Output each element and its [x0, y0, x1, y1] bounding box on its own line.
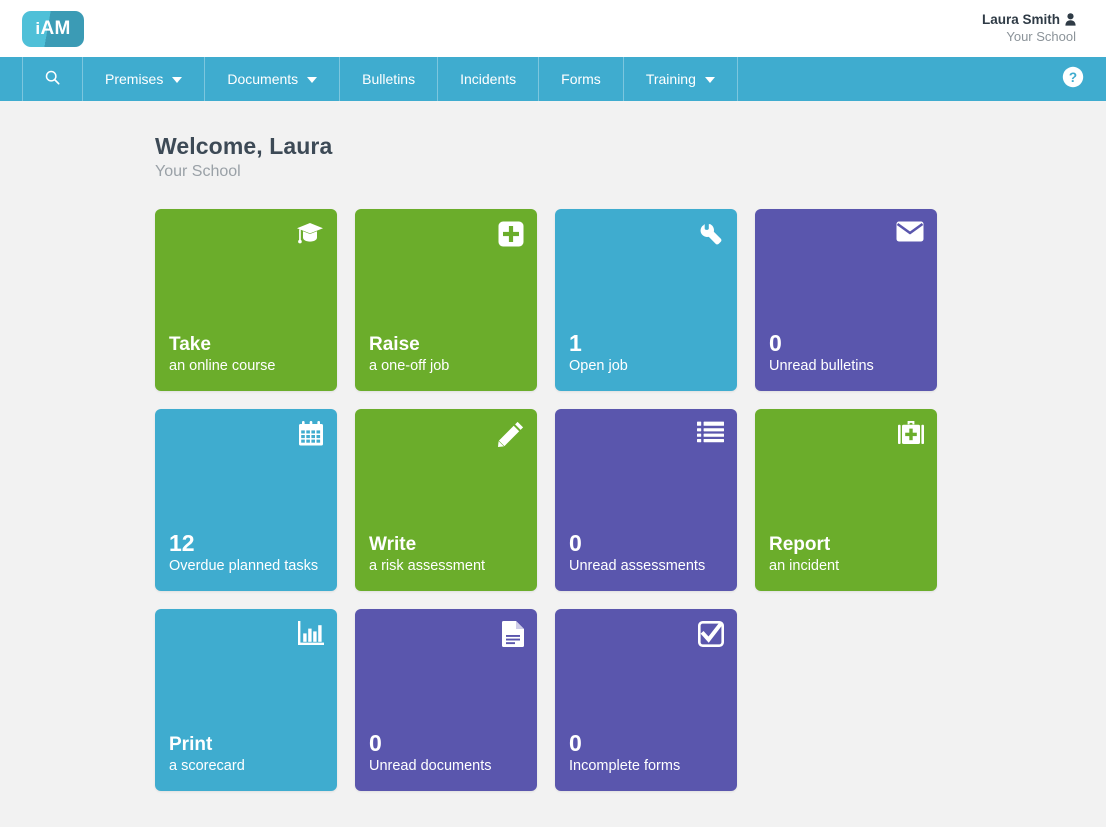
page-title: Welcome, Laura	[155, 133, 333, 159]
tile-raise-one-off-job[interactable]: Raise a one-off job	[355, 209, 537, 391]
person-icon	[1065, 13, 1076, 26]
nav-item-premises[interactable]: Premises	[82, 57, 204, 101]
tile-title: Take	[169, 333, 211, 355]
list-icon	[694, 421, 724, 451]
graduation-cap-icon	[294, 221, 324, 251]
tile-title: Write	[369, 533, 417, 555]
tile-title: Raise	[369, 333, 420, 355]
app-logo-text: iAM	[35, 19, 70, 38]
top-bar: iAM Laura Smith Your School	[0, 0, 1106, 57]
tile-subtitle: a scorecard	[169, 758, 245, 775]
document-icon	[494, 621, 524, 651]
main-navigation: Premises Documents Bulletins Incidents F…	[0, 57, 1106, 101]
tile-subtitle: an incident	[769, 558, 840, 575]
tile-count: 0	[769, 330, 782, 356]
page-content: Welcome, Laura Your School Take an onlin…	[0, 101, 1106, 791]
tile-title: Print	[169, 733, 213, 755]
tile-count: 0	[569, 530, 582, 556]
user-org-label: Your School	[1006, 29, 1076, 45]
tile-unread-assessments[interactable]: 0 Unread assessments	[555, 409, 737, 591]
user-name-label: Laura Smith	[981, 12, 1060, 28]
user-name-row: Laura Smith	[982, 11, 1076, 28]
user-menu[interactable]: Laura Smith Your School	[982, 11, 1076, 46]
tile-subtitle: an online course	[169, 358, 276, 375]
nav-item-training[interactable]: Training	[622, 57, 738, 101]
nav-item-bulletins-label: Bulletins	[362, 71, 416, 87]
calendar-icon	[294, 421, 324, 451]
tile-open-job[interactable]: 1 Open job	[555, 209, 737, 391]
nav-item-bulletins[interactable]: Bulletins	[339, 57, 437, 101]
tile-write-risk-assessment[interactable]: Write a risk assessment	[355, 409, 537, 591]
nav-item-forms[interactable]: Forms	[538, 57, 623, 101]
tile-subtitle: a one-off job	[369, 358, 450, 375]
tile-subtitle: Unread bulletins	[769, 358, 874, 375]
nav-item-list: Premises Documents Bulletins Incidents F…	[22, 57, 738, 101]
chevron-down-icon	[172, 77, 183, 83]
tile-unread-documents[interactable]: 0 Unread documents	[355, 609, 537, 791]
nav-item-incidents[interactable]: Incidents	[437, 57, 538, 101]
envelope-icon	[894, 221, 924, 251]
tile-unread-bulletins[interactable]: 0 Unread bulletins	[755, 209, 937, 391]
nav-item-documents-label: Documents	[227, 71, 299, 87]
tile-incomplete-forms[interactable]: 0 Incomplete forms	[555, 609, 737, 791]
chevron-down-icon	[307, 77, 318, 83]
nav-item-search[interactable]	[22, 57, 82, 101]
plus-square-icon	[494, 221, 524, 251]
tile-subtitle: a risk assessment	[369, 558, 486, 575]
checkbox-checked-icon	[694, 621, 724, 651]
tile-print-scorecard[interactable]: Print a scorecard	[155, 609, 337, 791]
chevron-down-icon	[704, 77, 715, 83]
tile-count: 12	[169, 530, 195, 556]
nav-item-premises-label: Premises	[105, 71, 164, 87]
tile-count: 0	[569, 730, 582, 756]
app-logo-text-am: AM	[40, 18, 71, 39]
app-logo[interactable]: iAM	[22, 10, 84, 47]
tile-subtitle: Open job	[569, 358, 628, 375]
tile-take-online-course[interactable]: Take an online course	[155, 209, 337, 391]
bar-chart-icon	[294, 621, 324, 651]
tile-subtitle: Unread assessments	[569, 558, 706, 575]
pencil-icon	[494, 421, 524, 451]
tile-title: Report	[769, 533, 831, 555]
help-button[interactable]: ?	[1062, 57, 1084, 101]
tile-subtitle: Unread documents	[369, 758, 492, 775]
svg-text:?: ?	[1069, 69, 1077, 84]
tile-subtitle: Overdue planned tasks	[169, 558, 319, 575]
tile-count: 1	[569, 330, 582, 356]
wrench-icon	[694, 221, 724, 251]
first-aid-kit-icon	[894, 421, 924, 451]
tile-report-incident[interactable]: Report an incident	[755, 409, 937, 591]
search-icon	[45, 70, 60, 88]
page-subtitle: Your School	[155, 163, 241, 180]
nav-item-forms-label: Forms	[561, 71, 601, 87]
nav-item-documents[interactable]: Documents	[204, 57, 339, 101]
nav-item-training-label: Training	[645, 71, 696, 87]
tile-count: 0	[369, 730, 382, 756]
nav-item-incidents-label: Incidents	[460, 71, 517, 87]
tile-subtitle: Incomplete forms	[569, 758, 681, 775]
dashboard-tile-grid: Take an online course Raise a one-off jo…	[155, 209, 955, 791]
tile-overdue-planned-tasks[interactable]: 12 Overdue planned tasks	[155, 409, 337, 591]
help-circle-icon: ?	[1062, 66, 1084, 93]
